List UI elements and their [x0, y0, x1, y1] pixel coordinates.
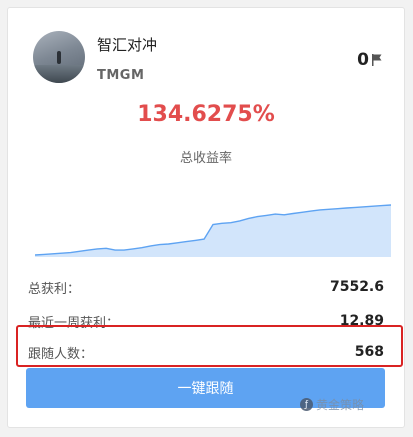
total-profit-label: 总获利：	[28, 281, 81, 297]
total-return-value: 134.6275%	[137, 102, 275, 127]
stat-row-total-profit: 总获利： 7552.6	[28, 276, 384, 298]
avatar-shore	[33, 65, 85, 83]
flag-counter[interactable]: 0	[357, 50, 382, 70]
total-profit-value: 7552.6	[329, 279, 384, 295]
followers-highlight-box	[16, 325, 403, 367]
total-return-label: 总收益率	[179, 151, 232, 166]
flag-icon	[372, 54, 382, 66]
trader-avatar[interactable]	[33, 31, 85, 83]
avatar-figure	[57, 51, 61, 64]
watermark-text: 黄金策略	[316, 398, 365, 412]
watermark-logo-icon: ƒ	[300, 398, 313, 411]
chart-area-fill	[35, 205, 391, 257]
performance-chart	[35, 204, 391, 257]
broker-name: TMGM	[97, 68, 145, 83]
trader-name[interactable]: 智汇对冲	[97, 34, 157, 55]
flag-count: 0	[357, 50, 369, 70]
watermark: ƒ 黄金策略	[300, 396, 364, 413]
